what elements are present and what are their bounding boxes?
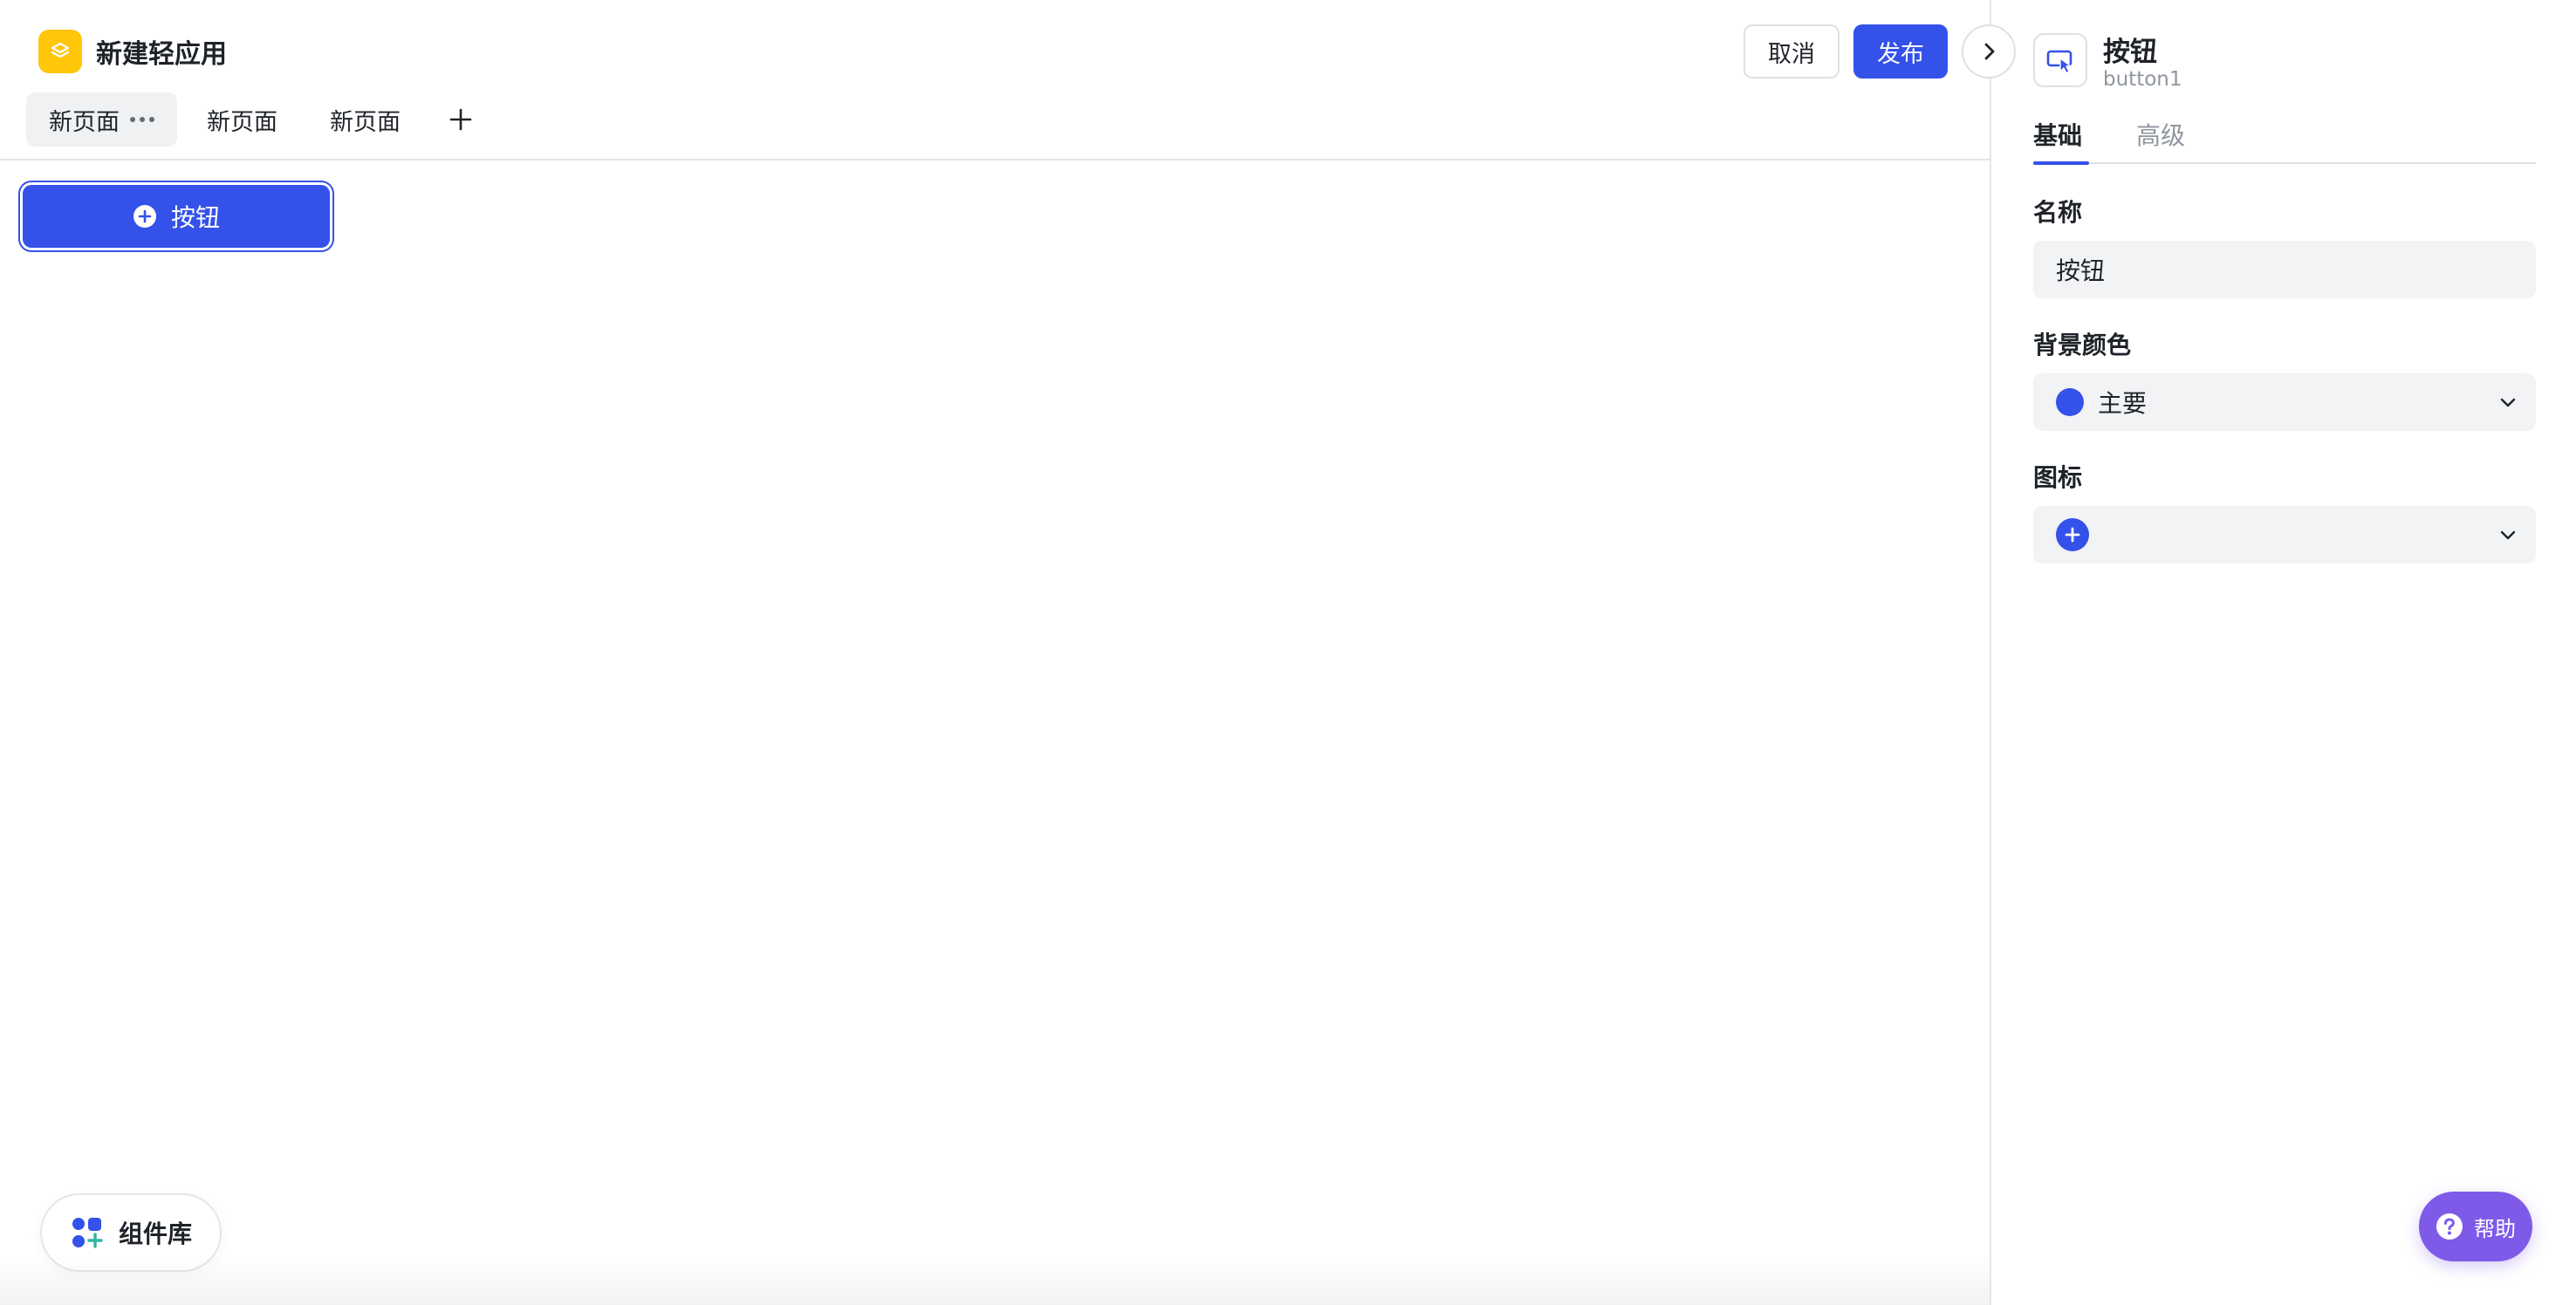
plus-circle-icon [2056,518,2089,551]
cancel-button[interactable]: 取消 [1744,24,1840,79]
background-color-select[interactable]: 主要 [2033,373,2536,431]
components-add-icon [72,1218,103,1248]
color-swatch [2056,388,2084,416]
app-title: 新建轻应用 [96,39,227,70]
add-page-button[interactable] [434,92,488,147]
plus-icon [449,108,472,131]
app-window: 新建轻应用 新页面 新页面 新页面 取消 发布 按钮 组件库 按钮 button… [0,0,2576,1305]
name-input[interactable]: 按钮 [2033,241,2536,298]
icon-select[interactable] [2033,506,2536,564]
background-color-label: 背景颜色 [2033,331,2132,359]
tab-page-1[interactable]: 新页面 [26,92,177,147]
chevron-down-icon [2500,398,2516,407]
tab-page-3[interactable]: 新页面 [307,92,423,147]
canvas-button-component[interactable]: 按钮 [23,185,330,248]
cursor-button-icon [2033,33,2087,87]
tab-label: 新页面 [330,108,401,136]
plus-circle-icon [133,205,156,228]
page-tabs: 新页面 新页面 新页面 [26,92,488,147]
editor-area: 新建轻应用 新页面 新页面 新页面 取消 发布 按钮 组件库 [0,0,1990,1305]
tab-advanced[interactable]: 高级 [2136,117,2185,152]
app-header: 新建轻应用 [38,30,227,73]
header-divider [0,159,1990,161]
help-button[interactable]: 帮助 [2419,1192,2532,1261]
component-library-button[interactable]: 组件库 [40,1193,222,1272]
component-id: button1 [2103,68,2182,91]
help-label: 帮助 [2474,1216,2516,1241]
component-name: 按钮 [2103,37,2157,68]
tab-page-2[interactable]: 新页面 [184,92,300,147]
tab-label: 新页面 [49,108,120,136]
icon-field-label: 图标 [2033,463,2083,492]
chevron-right-icon [1984,43,1995,60]
more-horizontal-icon[interactable] [130,117,154,122]
question-circle-icon [2436,1213,2463,1240]
chevron-down-icon [2500,530,2516,540]
publish-button[interactable]: 发布 [1853,24,1948,79]
collapse-panel-button[interactable] [1962,24,2016,79]
tab-label: 新页面 [207,108,277,136]
bottom-shade [0,1256,1990,1305]
component-library-label: 组件库 [119,1220,193,1248]
layers-icon [38,30,82,73]
name-input-value: 按钮 [2056,256,2106,285]
background-color-value: 主要 [2098,389,2148,418]
name-field-label: 名称 [2033,198,2083,227]
properties-panel: 按钮 button1 基础 高级 名称 按钮 背景颜色 主要 图标 [1990,0,2576,1305]
canvas-button-label: 按钮 [170,203,220,232]
panel-tabs: 基础 高级 [2033,113,2536,165]
active-tab-indicator [2033,161,2089,165]
tab-basic[interactable]: 基础 [2033,117,2082,152]
